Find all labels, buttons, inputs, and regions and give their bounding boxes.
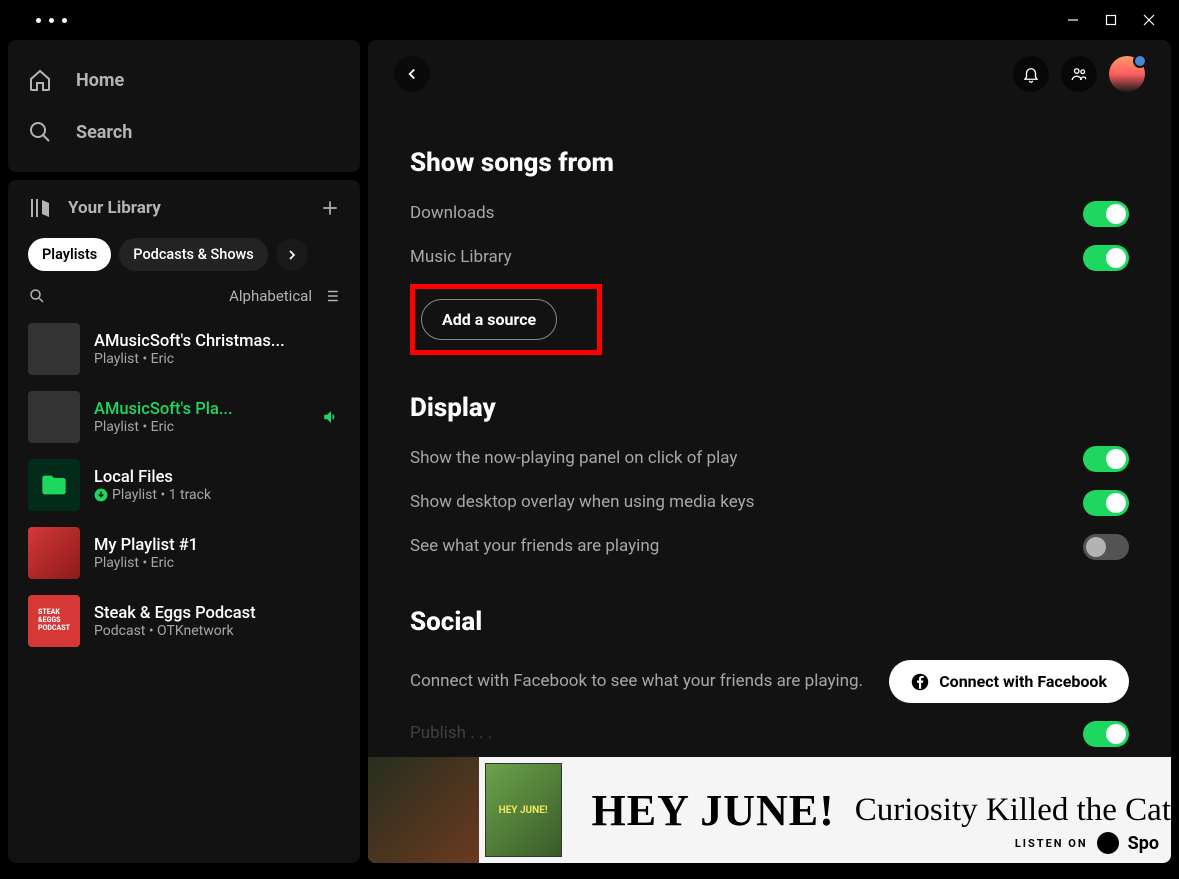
library-toggle[interactable]: Your Library	[28, 196, 161, 220]
facebook-icon	[911, 673, 929, 691]
setting-friends-label: See what your friends are playing	[410, 535, 659, 559]
bell-icon	[1022, 65, 1040, 83]
chip-playlists[interactable]: Playlists	[28, 238, 111, 271]
toggle-overlay[interactable]	[1083, 490, 1129, 516]
playlist-title: AMusicSoft's Pla...	[94, 400, 308, 419]
library-icon	[28, 196, 52, 220]
playlist-cover	[28, 391, 80, 443]
add-icon[interactable]	[320, 198, 340, 218]
setting-social-desc: Connect with Facebook to see what your f…	[410, 670, 863, 694]
download-icon	[94, 488, 108, 502]
section-local-files: Show songs from	[410, 148, 1129, 178]
main-panel: Show songs from Downloads Music Library …	[368, 40, 1171, 863]
ad-subtitle: Curiosity Killed the Cat	[855, 792, 1171, 829]
player-bar: der-Man: Into the Spider-Ve Post Malone,…	[0, 871, 1179, 879]
playlist-title: AMusicSoft's Christmas...	[94, 332, 340, 351]
playlist-subtitle: Playlist • Eric	[94, 351, 340, 367]
profile-avatar[interactable]	[1109, 56, 1145, 92]
setting-now-playing-label: Show the now-playing panel on click of p…	[410, 447, 737, 471]
ad-headline: HEY JUNE!	[592, 785, 835, 836]
ad-album-art: HEY JUNE!	[485, 763, 562, 857]
playlist-title: My Playlist #1	[94, 536, 340, 555]
toggle-friends[interactable]	[1083, 534, 1129, 560]
folder-icon	[40, 471, 68, 499]
connect-facebook-button[interactable]: Connect with Facebook	[889, 660, 1129, 703]
playlist-title: Local Files	[94, 468, 340, 487]
chip-podcasts[interactable]: Podcasts & Shows	[119, 238, 268, 271]
nav-home[interactable]: Home	[28, 54, 340, 106]
library-item[interactable]: AMusicSoft's Pla... Playlist • Eric	[16, 383, 352, 451]
toggle-publish[interactable]	[1083, 721, 1129, 747]
close-icon[interactable]	[1143, 14, 1155, 26]
sort-button[interactable]: Alphabetical	[229, 287, 340, 305]
ad-banner[interactable]: HEY JUNE! HEY JUNE! Curiosity Killed the…	[368, 757, 1171, 863]
toggle-downloads[interactable]	[1083, 201, 1129, 227]
highlight-annotation: Add a source	[410, 284, 602, 355]
chips-scroll-right[interactable]	[276, 239, 308, 271]
chevron-left-icon	[403, 65, 421, 83]
nav-panel: Home Search	[8, 40, 360, 172]
toggle-music-library[interactable]	[1083, 245, 1129, 271]
setting-music-library-label: Music Library	[410, 246, 512, 270]
friends-icon	[1070, 65, 1088, 83]
nav-search[interactable]: Search	[28, 106, 340, 158]
toggle-now-playing[interactable]	[1083, 446, 1129, 472]
library-panel: Your Library Playlists Podcasts & Shows …	[8, 180, 360, 863]
chevron-right-icon	[284, 247, 300, 263]
playlist-subtitle: Playlist • Eric	[94, 419, 308, 435]
minimize-icon[interactable]	[1067, 14, 1079, 26]
library-item[interactable]: STEAK&EGGSPODCAST Steak & Eggs Podcast P…	[16, 587, 352, 655]
app-menu-dots[interactable]	[8, 18, 67, 23]
library-item[interactable]: Local Files Playlist • 1 track	[16, 451, 352, 519]
playlist-cover	[28, 459, 80, 511]
library-search-icon[interactable]	[28, 287, 46, 305]
titlebar	[0, 0, 1179, 40]
playlist-subtitle: Playlist • 1 track	[94, 487, 340, 503]
ad-artist-image	[368, 757, 479, 863]
maximize-icon[interactable]	[1105, 14, 1117, 26]
speaker-icon	[322, 408, 340, 426]
podcast-title: Steak & Eggs Podcast	[94, 604, 340, 623]
library-item[interactable]: My Playlist #1 Playlist • Eric	[16, 519, 352, 587]
ad-cta: LISTEN ON Spo	[1015, 831, 1159, 855]
podcast-cover: STEAK&EGGSPODCAST	[28, 595, 80, 647]
notifications-button[interactable]	[1013, 56, 1049, 92]
section-social: Social	[410, 607, 1129, 637]
settings-content[interactable]: Show songs from Downloads Music Library …	[368, 102, 1171, 757]
back-button[interactable]	[394, 56, 430, 92]
home-icon	[28, 68, 52, 92]
list-icon	[322, 287, 340, 305]
nav-search-label: Search	[76, 122, 132, 143]
spotify-icon	[1096, 831, 1120, 855]
playlist-cover	[28, 323, 80, 375]
search-icon	[28, 120, 52, 144]
podcast-subtitle: Podcast • OTKnetwork	[94, 623, 340, 639]
playlist-subtitle: Playlist • Eric	[94, 555, 340, 571]
library-item[interactable]: AMusicSoft's Christmas... Playlist • Eri…	[16, 315, 352, 383]
friends-button[interactable]	[1061, 56, 1097, 92]
setting-downloads-label: Downloads	[410, 202, 494, 226]
section-display: Display	[410, 393, 1129, 423]
add-source-button[interactable]: Add a source	[421, 299, 557, 340]
setting-overlay-label: Show desktop overlay when using media ke…	[410, 491, 754, 515]
nav-home-label: Home	[76, 70, 124, 91]
playlist-cover	[28, 527, 80, 579]
